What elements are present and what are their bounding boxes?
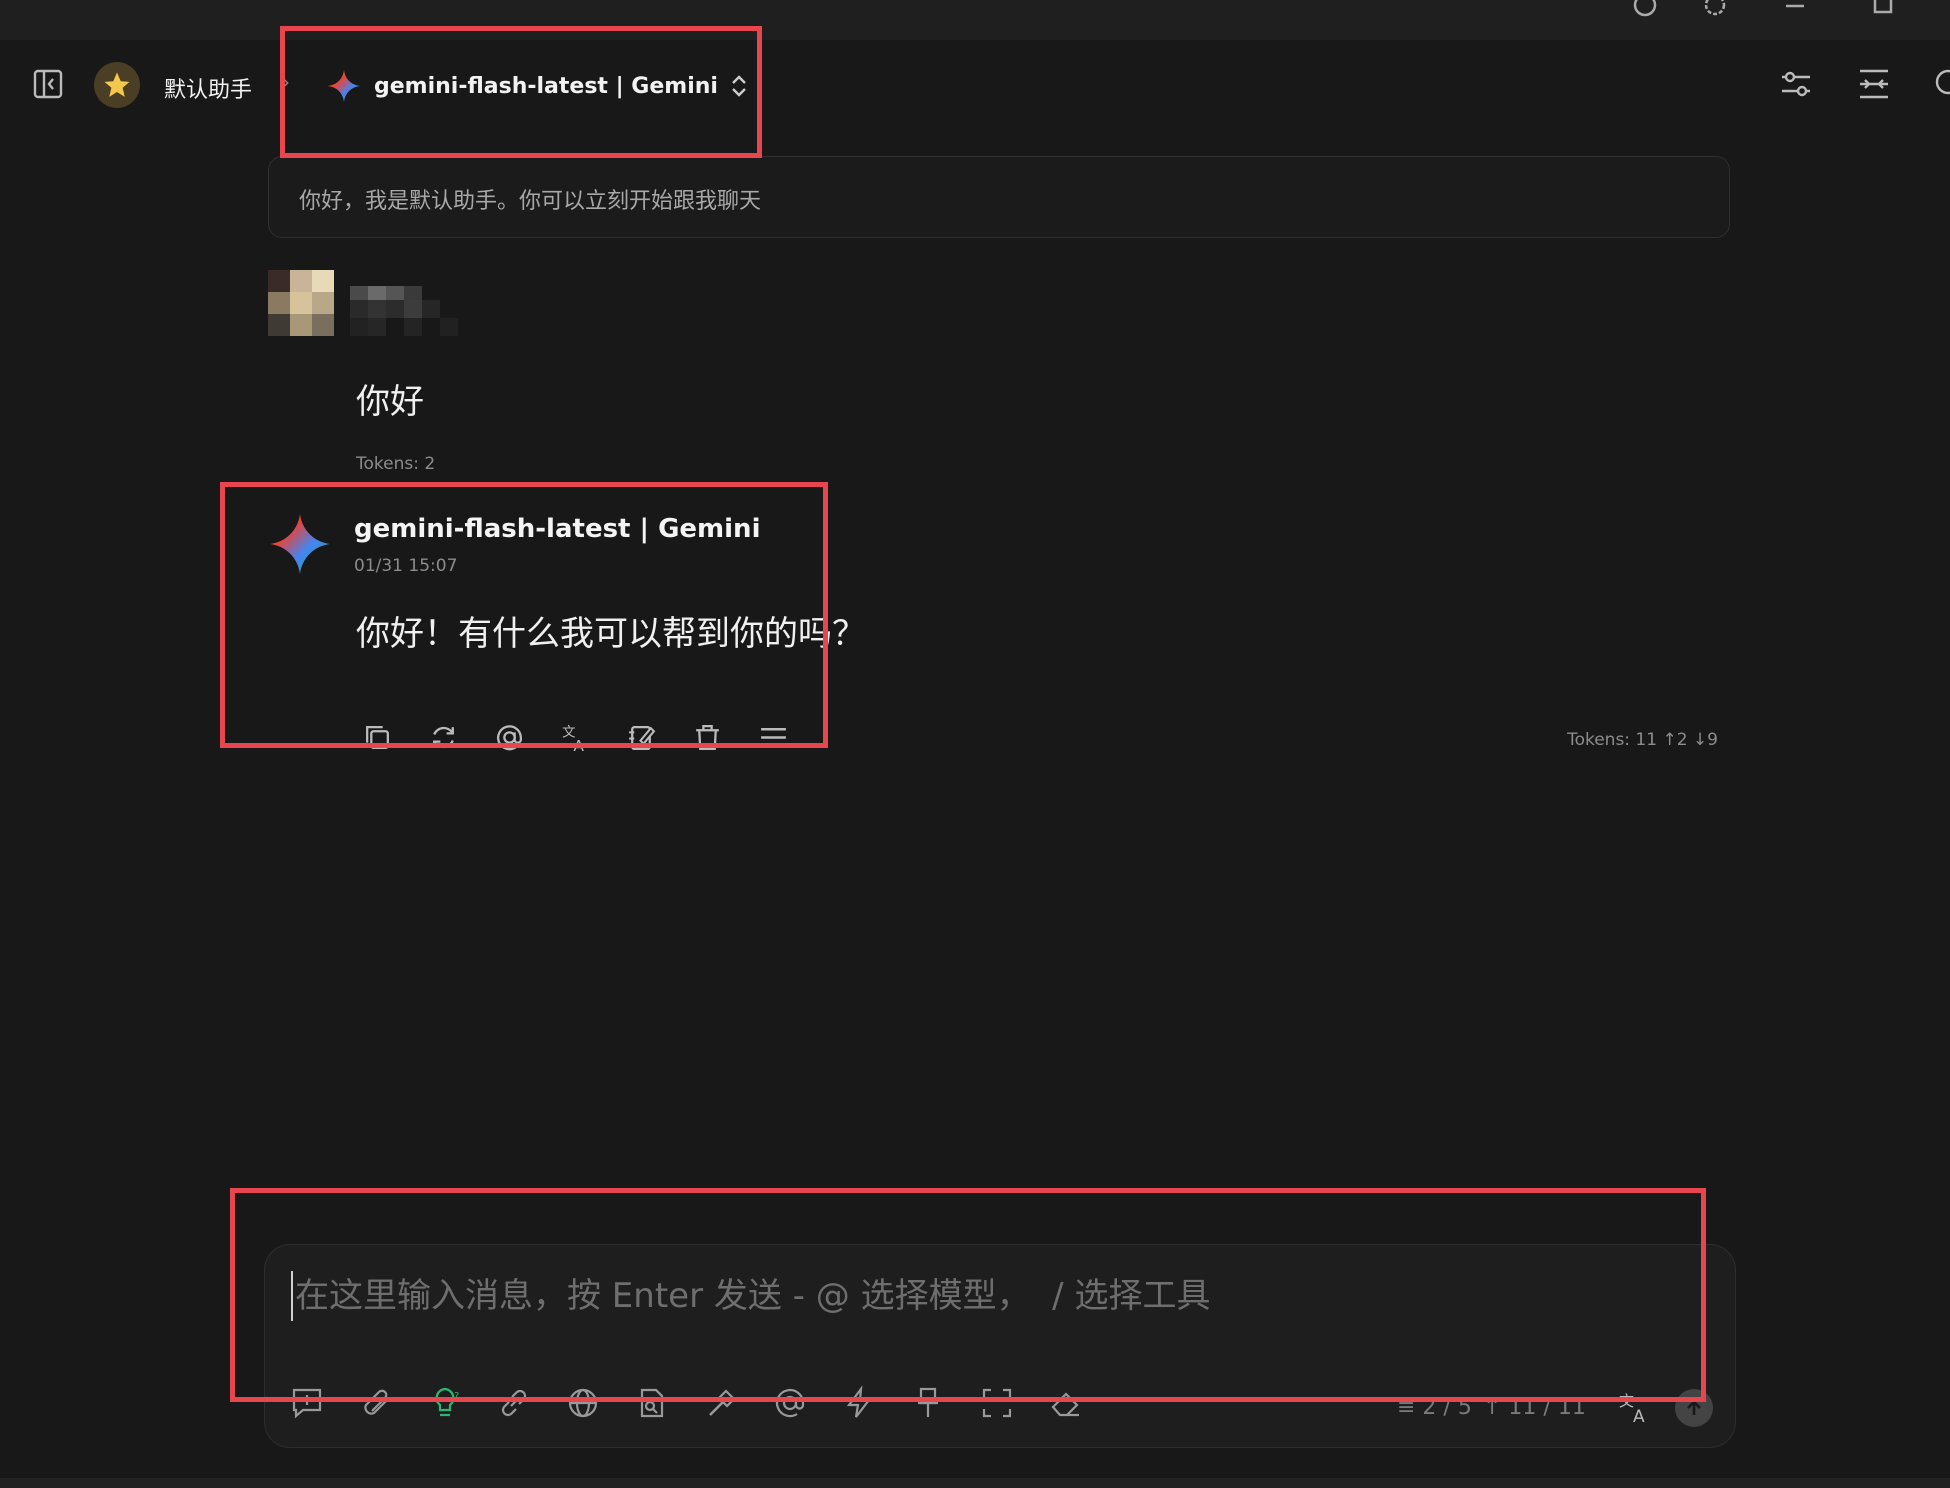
assistant-message-time: 01/31 15:07	[354, 556, 458, 576]
token-count[interactable]: ↑ 11 / 11	[1483, 1395, 1586, 1420]
edit-icon[interactable]	[626, 722, 657, 753]
thinking-icon[interactable]: ?	[427, 1385, 463, 1421]
settings-sliders-icon[interactable]	[1778, 66, 1814, 102]
arrow-up-icon	[1687, 1400, 1701, 1415]
settings-icon[interactable]	[1702, 0, 1728, 18]
breadcrumb-chevron-icon: ›	[282, 70, 290, 94]
menu-icon[interactable]	[758, 722, 789, 753]
message-input[interactable]	[291, 1271, 1591, 1321]
translate-icon[interactable]: 文A	[560, 722, 591, 753]
chat-header: 默认助手 › gemini-flash-latest | Gemini	[0, 42, 1950, 132]
expand-icon[interactable]	[979, 1385, 1015, 1421]
maximize-icon[interactable]	[1870, 0, 1896, 18]
assistant-message-text: 你好！有什么我可以帮到你的吗？	[356, 614, 866, 654]
regenerate-icon[interactable]	[428, 722, 459, 753]
mention-model-icon[interactable]	[772, 1385, 808, 1421]
delete-icon[interactable]	[692, 722, 723, 753]
quick-phrase-icon[interactable]	[841, 1385, 877, 1421]
star-icon	[104, 72, 130, 97]
user-avatar[interactable]	[268, 270, 334, 336]
attachment-icon[interactable]	[358, 1385, 394, 1421]
assistant-name[interactable]: 默认助手	[164, 72, 252, 104]
translate-input-icon[interactable]: 文A	[1617, 1389, 1653, 1427]
pin-icon[interactable]	[910, 1385, 946, 1421]
send-button[interactable]	[1675, 1389, 1713, 1427]
user-message-tokens: Tokens: 2	[356, 454, 436, 474]
model-label: gemini-flash-latest | Gemini	[374, 73, 718, 99]
assistant-avatar[interactable]	[94, 62, 140, 108]
narrow-mode-icon[interactable]	[1856, 66, 1892, 102]
assistant-prompt-text: 你好，我是默认助手。你可以立刻开始跟我聊天	[299, 189, 762, 214]
history-icon[interactable]	[1632, 0, 1658, 18]
user-message-text: 你好	[356, 382, 424, 422]
web-search-icon[interactable]	[565, 1385, 601, 1421]
message-actions: 文A	[362, 722, 789, 753]
svg-text:?: ?	[454, 1391, 459, 1402]
message-composer: ?	[264, 1244, 1736, 1448]
mention-icon[interactable]	[494, 722, 525, 753]
composer-toolbar: ?	[289, 1385, 1084, 1421]
copy-icon[interactable]	[362, 722, 393, 753]
link-icon[interactable]	[496, 1385, 532, 1421]
minimize-icon[interactable]	[1782, 0, 1808, 18]
search-icon[interactable]	[1932, 66, 1950, 102]
svg-text:文: 文	[1619, 1392, 1634, 1410]
svg-text:A: A	[1633, 1407, 1645, 1425]
context-count[interactable]: ≡ 2 / 5	[1397, 1395, 1472, 1420]
assistant-model-name: gemini-flash-latest | Gemini	[354, 514, 761, 544]
eraser-icon[interactable]	[1048, 1385, 1084, 1421]
new-topic-icon[interactable]	[289, 1385, 325, 1421]
hammer-icon[interactable]	[703, 1385, 739, 1421]
assistant-prompt-bar[interactable]: 你好，我是默认助手。你可以立刻开始跟我聊天	[268, 156, 1730, 238]
window-bottom-strip	[0, 1478, 1950, 1488]
gemini-logo-icon	[327, 69, 361, 103]
assistant-message-tokens: Tokens: 11 ↑2 ↓9	[1567, 730, 1718, 750]
model-selector[interactable]: gemini-flash-latest | Gemini	[326, 64, 748, 108]
window-titlebar	[0, 0, 1950, 40]
gemini-avatar-icon	[268, 512, 332, 576]
sidebar-toggle-icon[interactable]	[32, 68, 64, 100]
user-name-pixelated	[350, 286, 460, 336]
chat-panel: 默认助手 › gemini-flash-latest | Gemini 你好，我…	[0, 42, 1950, 1478]
chevron-updown-icon	[732, 75, 746, 97]
knowledge-icon[interactable]	[634, 1385, 670, 1421]
svg-text:A: A	[573, 737, 584, 753]
